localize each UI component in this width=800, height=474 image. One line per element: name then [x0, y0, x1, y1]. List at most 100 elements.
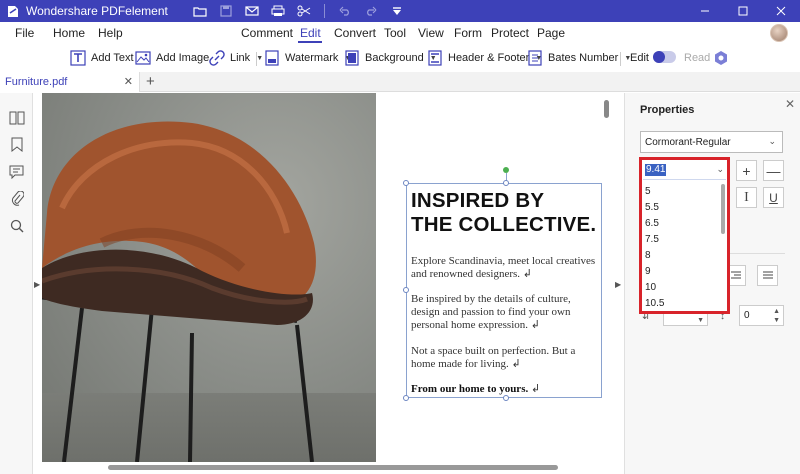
- heading-line-1[interactable]: INSPIRED BY: [411, 189, 544, 213]
- paragraph-line: Be inspired by the details of culture,: [411, 293, 571, 305]
- watermark-icon: [264, 50, 280, 66]
- menu-protect[interactable]: Protect: [491, 26, 529, 40]
- watermark-label: Watermark: [285, 52, 339, 64]
- menu-edit[interactable]: Edit: [300, 26, 321, 40]
- menu-file[interactable]: File: [15, 26, 34, 40]
- tab-furniture-pdf[interactable]: Furniture.pdf ✕: [0, 72, 140, 92]
- font-size-option[interactable]: 5: [645, 184, 715, 200]
- paragraph-4[interactable]: From our home to yours. ↲: [411, 383, 540, 396]
- paragraph-3[interactable]: Not a space built on perfection. But a h…: [411, 345, 575, 371]
- font-size-option[interactable]: 7.5: [645, 232, 715, 248]
- font-size-option[interactable]: 10: [645, 280, 715, 296]
- paragraph-line: personal home expression. ↲: [411, 319, 540, 331]
- resize-handle[interactable]: [403, 287, 409, 293]
- redo-icon[interactable]: [361, 2, 381, 20]
- watermark-button[interactable]: Watermark ▼: [264, 48, 351, 68]
- add-image-label: Add Image: [156, 52, 210, 64]
- right-panel-toggle-icon[interactable]: ▶: [615, 280, 621, 289]
- properties-title: Properties: [640, 104, 695, 116]
- menu-bar: File Home Help Comment Edit Convert Tool…: [0, 22, 800, 44]
- font-family-select[interactable]: Cormorant-Regular ⌄: [640, 131, 783, 153]
- close-tab-icon[interactable]: ✕: [124, 75, 133, 88]
- spin-arrows-icon: ▲▼: [773, 308, 780, 324]
- add-text-icon: [70, 50, 86, 66]
- new-tab-icon[interactable]: +: [146, 73, 155, 90]
- font-family-value: Cormorant-Regular: [645, 136, 731, 148]
- scissors-icon[interactable]: [294, 2, 314, 20]
- close-icon[interactable]: [762, 0, 800, 22]
- font-size-option[interactable]: 9: [645, 264, 715, 280]
- chevron-down-icon: ▼: [256, 54, 264, 62]
- search-icon[interactable]: [8, 217, 25, 234]
- decrease-font-button[interactable]: —: [763, 160, 784, 181]
- font-size-list-scrollbar[interactable]: [721, 184, 725, 234]
- underline-button[interactable]: U: [763, 187, 784, 208]
- minimize-icon[interactable]: [686, 0, 724, 22]
- paragraph-2[interactable]: Be inspired by the details of culture, d…: [411, 293, 571, 332]
- resize-handle[interactable]: [403, 180, 409, 186]
- attachment-icon[interactable]: [8, 190, 25, 207]
- menu-form[interactable]: Form: [454, 26, 482, 40]
- font-size-option[interactable]: 8: [645, 248, 715, 264]
- background-button[interactable]: Background ▼: [344, 48, 437, 68]
- left-panel-toggle-icon[interactable]: ▶: [34, 280, 40, 289]
- paragraph-1[interactable]: Explore Scandinavia, meet local creative…: [411, 255, 595, 281]
- menu-help[interactable]: Help: [98, 26, 123, 40]
- menu-page[interactable]: Page: [537, 26, 565, 40]
- chevron-down-icon: ⌄: [768, 136, 776, 146]
- horizontal-scrollbar-thumb[interactable]: [108, 465, 558, 470]
- save-icon[interactable]: [216, 2, 236, 20]
- char-spacing-input[interactable]: 0 ▲ ▼: [739, 305, 784, 326]
- chevron-down-icon[interactable]: ⌄: [716, 164, 724, 175]
- undo-icon[interactable]: [335, 2, 355, 20]
- menu-view[interactable]: View: [418, 26, 444, 40]
- header-footer-label: Header & Footer: [448, 52, 530, 64]
- user-avatar[interactable]: [770, 24, 788, 42]
- char-spacing-value: 0: [744, 310, 750, 321]
- mail-icon[interactable]: [242, 2, 262, 20]
- resize-handle[interactable]: [403, 395, 409, 401]
- menu-tool[interactable]: Tool: [384, 26, 406, 40]
- menu-comment[interactable]: Comment: [241, 26, 293, 40]
- active-menu-underline: [298, 41, 322, 43]
- left-sidebar: [0, 93, 33, 474]
- edit-mode-label[interactable]: Edit: [630, 48, 649, 68]
- read-mode-label[interactable]: Read: [684, 48, 710, 68]
- settings-hexagon-button[interactable]: [713, 48, 729, 68]
- paragraph-bold-line: From our home to yours.: [411, 383, 529, 395]
- chair-photo: [42, 93, 376, 462]
- menu-home[interactable]: Home: [53, 26, 85, 40]
- comment-icon[interactable]: [8, 163, 25, 180]
- thumbnails-icon[interactable]: [8, 109, 25, 126]
- bookmark-icon[interactable]: [8, 136, 25, 153]
- heading-line-2[interactable]: THE COLLECTIVE.: [411, 213, 596, 237]
- open-folder-icon[interactable]: [190, 2, 210, 20]
- font-size-option[interactable]: 10.5: [645, 296, 715, 312]
- customize-dropdown-icon[interactable]: [387, 2, 407, 20]
- resize-handle[interactable]: [503, 180, 509, 186]
- font-size-option[interactable]: 5.5: [645, 200, 715, 216]
- close-panel-icon[interactable]: ✕: [785, 97, 795, 111]
- increase-font-button[interactable]: +: [736, 160, 757, 181]
- header-footer-button[interactable]: Header & Footer ▼: [427, 48, 542, 68]
- paragraph-line: and renowned designers. ↲: [411, 268, 533, 280]
- maximize-icon[interactable]: [724, 0, 762, 22]
- link-button[interactable]: Link ▼: [209, 48, 263, 68]
- bates-number-icon: [527, 50, 543, 66]
- print-icon[interactable]: [268, 2, 288, 20]
- paragraph-mark: ↲: [528, 383, 541, 395]
- vertical-scrollbar-thumb[interactable]: [604, 100, 609, 118]
- add-image-button[interactable]: Add Image: [135, 48, 209, 68]
- italic-icon: I: [744, 189, 749, 205]
- separator: [323, 4, 325, 18]
- edit-read-toggle[interactable]: [653, 51, 676, 63]
- justify-button[interactable]: [757, 265, 778, 286]
- add-text-label: Add Text: [91, 52, 134, 64]
- font-size-dropdown[interactable]: 9.41 ⌄ 5 5.5 6.5 7.5 8 9 10 10.5: [639, 157, 730, 314]
- add-text-button[interactable]: Add Text: [70, 48, 134, 68]
- font-size-option[interactable]: 6.5: [645, 216, 715, 232]
- menu-convert[interactable]: Convert: [334, 26, 376, 40]
- bates-number-button[interactable]: Bates Number ▼: [527, 48, 631, 68]
- italic-button[interactable]: I: [736, 187, 757, 208]
- font-size-input[interactable]: 9.41 ⌄: [643, 161, 726, 180]
